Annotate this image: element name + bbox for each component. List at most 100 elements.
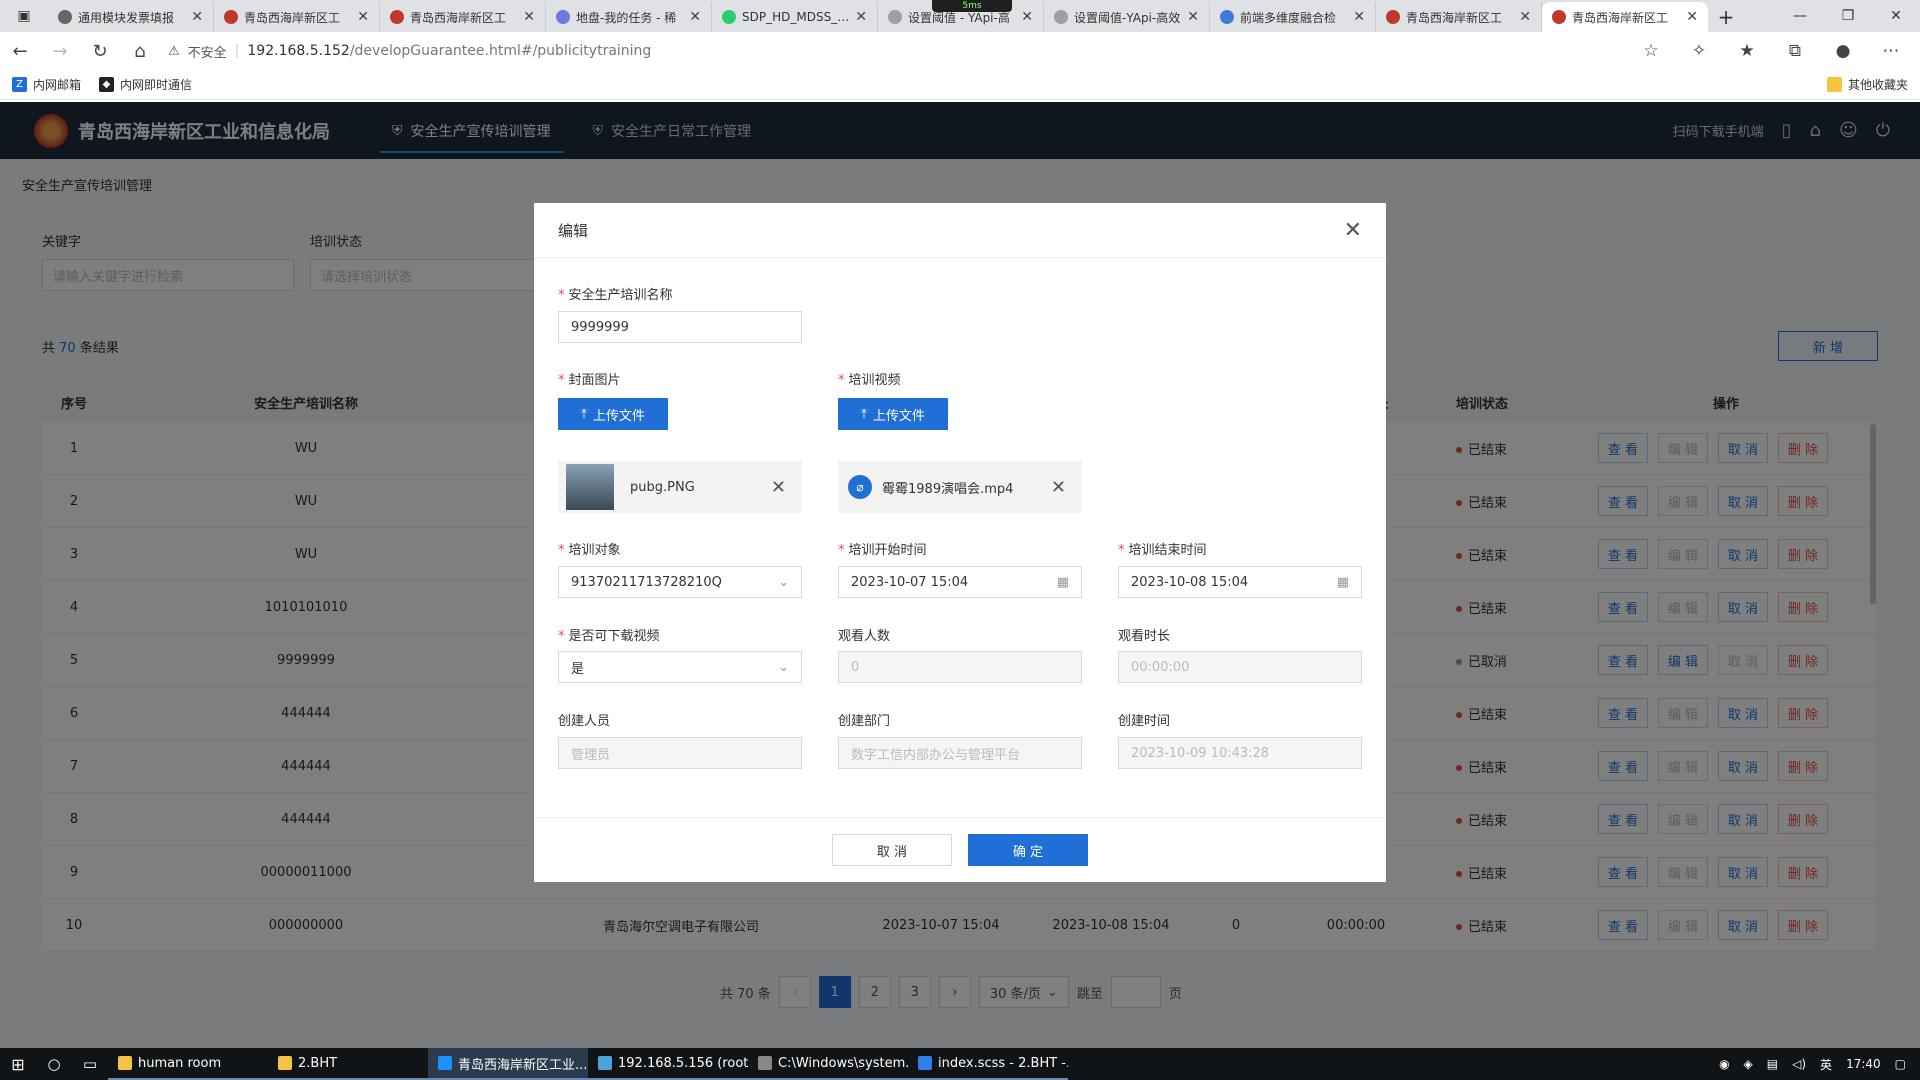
taskbar-app[interactable]: C:\Windows\system... [748,1048,908,1080]
duration-label: 观看时长 [1118,629,1171,644]
browser-tab[interactable]: 青岛西海岸新区工 ✕ [214,2,380,32]
cancel-button[interactable]: 取 消 [832,834,952,866]
url-field[interactable]: ⚠ 不安全 | 192.168.5.152/developGuarantee.h… [168,36,1626,66]
confirm-button[interactable]: 确 定 [968,834,1088,866]
upload-icon: ⤒ [861,406,867,422]
remove-file-icon[interactable]: ✕ [771,477,794,498]
clock[interactable]: 17:40 [1846,1057,1881,1071]
restore-icon[interactable]: ❐ [1824,0,1872,32]
tab-favicon-icon [888,10,902,24]
name-input[interactable]: 9999999 [558,311,802,343]
reload-icon[interactable]: ↻ [80,32,120,70]
collections-icon[interactable]: ⧉ [1778,41,1812,61]
browser-tab[interactable]: 前端多维度融合检 ✕ [1210,2,1376,32]
new-tab-button[interactable]: + [1708,2,1744,32]
upload-video-button[interactable]: ⤒ 上传文件 [838,398,948,430]
bookmarks-bar: Z 内网邮箱 ◆ 内网即时通信 其他收藏夹 [0,70,1920,100]
created-time-label: 创建时间 [1118,714,1171,729]
tray-app-icon[interactable]: ◉ [1719,1057,1729,1071]
ime-indicator[interactable]: 英 [1820,1056,1832,1073]
upload-cover-button[interactable]: ⤒ 上传文件 [558,398,668,430]
taskbar-app[interactable]: 青岛西海岸新区工业... [428,1048,588,1080]
favorites-icon[interactable]: ★ [1730,41,1764,61]
taskbar-app[interactable]: 2.BHT [268,1048,428,1080]
viewers-label: 观看人数 [838,629,891,644]
mail-icon: Z [12,77,27,92]
browser-tab[interactable]: 青岛西海岸新区工 ✕ [1542,2,1708,32]
close-icon[interactable]: ✕ [1344,218,1362,243]
browser-tab-bar: ▣ 通用模块发票填报 ✕ 青岛西海岸新区工 ✕ 青岛西海岸新区工 ✕ 地盘-我的任务 - 稀… [0,0,1920,32]
home-icon[interactable]: ⌂ [120,32,160,70]
back-icon[interactable]: ← [0,32,40,70]
extensions-icon[interactable]: ✧ [1682,41,1716,61]
profile-icon[interactable]: ● [1826,41,1860,61]
browser-tab[interactable]: SDP_HD_MDSS_01 ✕ [712,2,878,32]
creator-label: 创建人员 [558,714,611,729]
dept-input: 数字工信内部办公与管理平台 [838,737,1082,769]
tab-favicon-icon [1386,10,1400,24]
tab-favicon-icon [390,10,404,24]
modal-title: 编辑 [558,221,589,240]
chat-icon: ◆ [99,77,115,92]
bookmark-mail[interactable]: Z 内网邮箱 [12,76,81,93]
browser-tab[interactable]: 通用模块发票填报 ✕ [48,2,214,32]
close-tab-icon[interactable]: ✕ [523,9,535,25]
close-tab-icon[interactable]: ✕ [1519,9,1531,25]
app-icon [278,1056,292,1070]
minimize-icon[interactable]: — [1776,0,1824,32]
target-select[interactable]: 91370211713728210Q ⌄ [558,566,802,598]
url-path: /developGuarantee.html#/publicitytrainin… [349,43,652,59]
tab-favicon-icon [556,10,570,24]
dept-label: 创建部门 [838,714,891,729]
task-view-icon[interactable]: ▭ [72,1055,108,1073]
end-time-label: * 培训结束时间 [1118,543,1207,558]
close-window-icon[interactable]: ✕ [1872,0,1920,32]
tab-favicon-icon [58,10,72,24]
more-icon[interactable]: ⋯ [1874,41,1908,61]
browser-tab[interactable]: 青岛西海岸新区工 ✕ [1376,2,1542,32]
app-icon [598,1056,612,1070]
close-tab-icon[interactable]: ✕ [1021,9,1033,25]
taskbar-app[interactable]: index.scss - 2.BHT -... [908,1048,1068,1080]
notification-icon[interactable]: ▢ [1895,1057,1906,1071]
close-tab-icon[interactable]: ✕ [689,9,701,25]
volume-icon[interactable]: ◁) [1792,1057,1806,1071]
end-time-picker[interactable]: 2023-10-08 15:04 ▦ [1118,566,1362,598]
security-label: 不安全 [187,45,227,61]
network-icon[interactable]: ▤ [1767,1057,1778,1071]
close-tab-icon[interactable]: ✕ [1353,9,1365,25]
bookmark-im[interactable]: ◆ 内网即时通信 [99,76,192,93]
browser-tab[interactable]: 设置阈值-YApi-高效 ✕ [1044,2,1210,32]
downloadable-select[interactable]: 是 ⌄ [558,651,802,683]
tab-favicon-icon [224,10,238,24]
close-tab-icon[interactable]: ✕ [855,9,867,25]
cover-label: * 封面图片 [558,373,621,388]
modal-header: 编辑 ✕ [534,203,1386,258]
browser-tab[interactable]: 地盘-我的任务 - 稀 ✕ [546,2,712,32]
video-label: * 培训视频 [838,373,901,388]
search-icon[interactable]: ○ [36,1055,72,1073]
app-icon [118,1056,132,1070]
creator-input: 管理员 [558,737,802,769]
tab-actions-icon[interactable]: ▣ [0,0,48,32]
bookmark-other[interactable]: 其他收藏夹 [1826,76,1908,93]
close-tab-icon[interactable]: ✕ [357,9,369,25]
close-tab-icon[interactable]: ✕ [1187,9,1199,25]
windows-start-icon[interactable]: ⊞ [0,1055,36,1074]
start-time-picker[interactable]: 2023-10-07 15:04 ▦ [838,566,1082,598]
remove-file-icon[interactable]: ✕ [1051,477,1074,498]
browser-tab[interactable]: 青岛西海岸新区工 ✕ [380,2,546,32]
network-indicator: 5ms [932,0,1012,12]
forward-icon[interactable]: → [40,32,80,70]
favorite-star-icon[interactable]: ☆ [1634,41,1668,61]
taskbar-app[interactable]: human room [108,1048,268,1080]
address-bar: ← → ↻ ⌂ ⚠ 不安全 | 192.168.5.152/developGua… [0,32,1920,70]
windows-taskbar: ⊞ ○ ▭ human room 2.BHT 青岛西海岸新区工业... 192.168… [0,1048,1920,1080]
close-tab-icon[interactable]: ✕ [191,9,203,25]
cover-thumbnail [566,464,614,510]
start-time-label: * 培训开始时间 [838,543,927,558]
close-tab-icon[interactable]: ✕ [1686,9,1698,25]
tray-security-icon[interactable]: ◈ [1744,1057,1753,1071]
viewers-input: 0 [838,651,1082,683]
taskbar-app[interactable]: 192.168.5.156 (root) [588,1048,748,1080]
